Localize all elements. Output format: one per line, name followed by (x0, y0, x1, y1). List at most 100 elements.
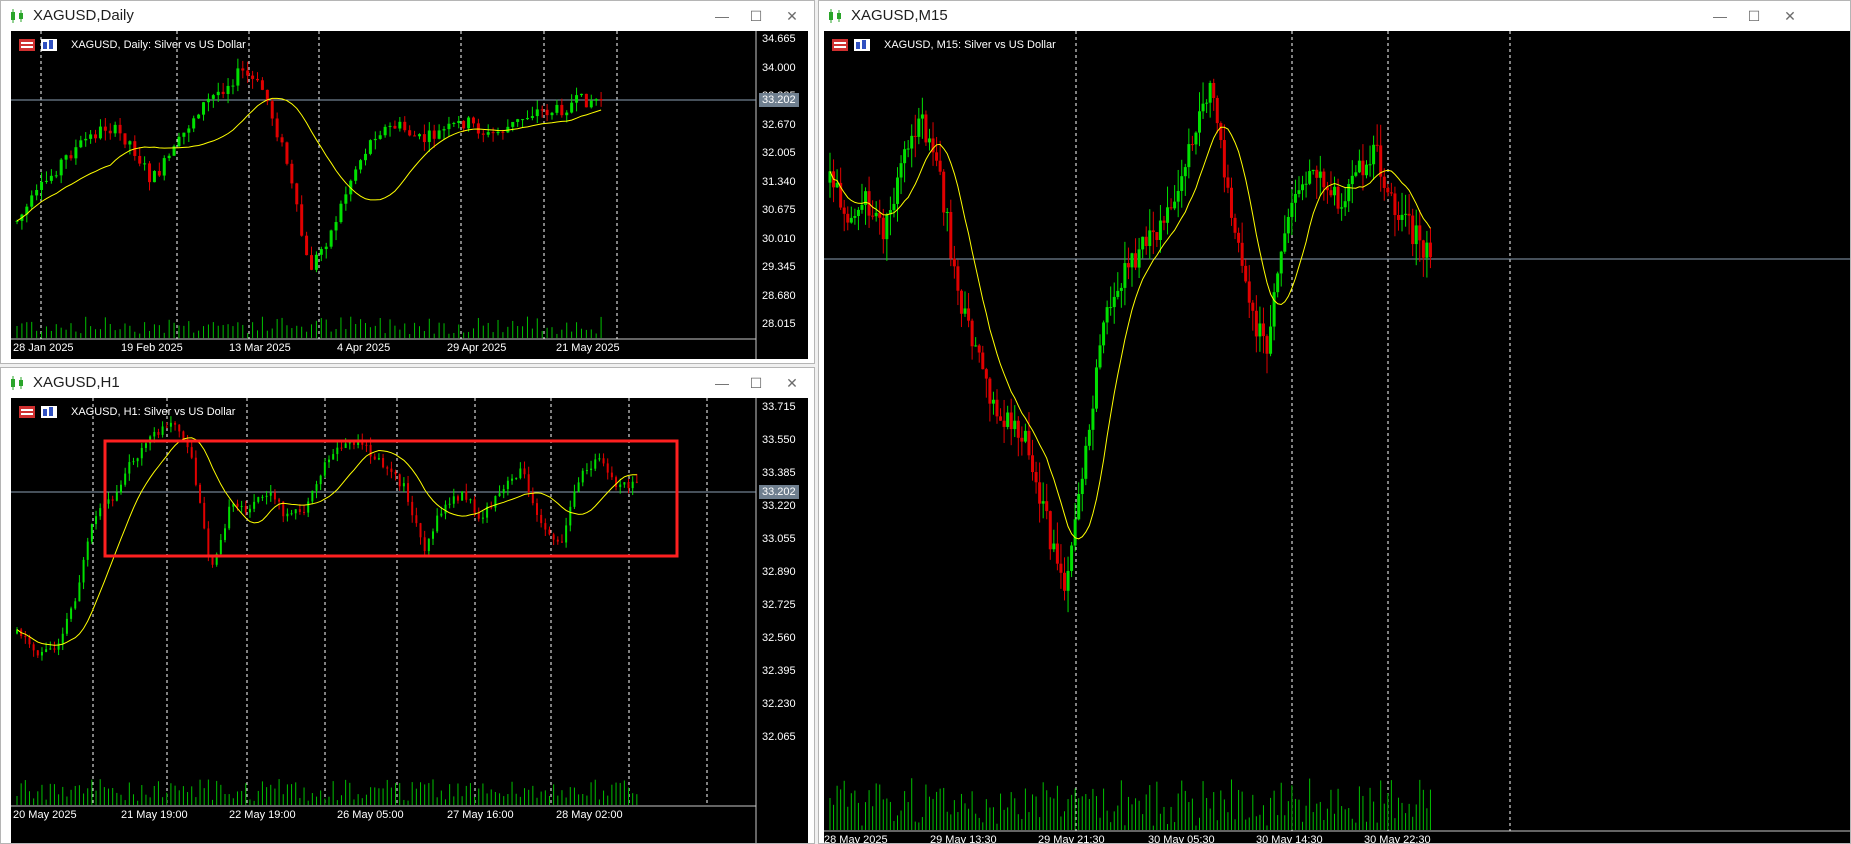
minimize-button[interactable]: — (711, 6, 733, 26)
candle-body (995, 399, 999, 417)
candle-body (1304, 183, 1308, 185)
h1-chart-window[interactable]: XAGUSD,H1 — ☐ ✕ XAGUSD, H1: Silver vs US… (0, 367, 815, 844)
candle-body (310, 255, 313, 270)
candle-body (148, 163, 152, 183)
candle-body (519, 468, 522, 479)
candle-body (1045, 501, 1049, 512)
candle-body (260, 80, 264, 90)
candle-body (35, 189, 39, 196)
h1-titlebar[interactable]: XAGUSD,H1 — ☐ ✕ (1, 368, 814, 398)
candle-body (152, 170, 156, 183)
candle-body (481, 517, 484, 519)
candle-body (442, 129, 446, 131)
candle-body (216, 91, 220, 96)
candle-body (344, 194, 348, 204)
m15-titlebar[interactable]: XAGUSD,M15 — ☐ ✕ (819, 1, 1850, 31)
candle-body (1386, 187, 1390, 193)
time-tick-label: 29 Apr 2025 (447, 342, 507, 354)
candle-body (251, 75, 255, 79)
candle-body (402, 483, 405, 487)
symbol-label: XAGUSD, H1: Silver vs US Dollar (71, 406, 236, 418)
candle-body (560, 104, 564, 116)
candle-body (290, 513, 293, 515)
candle-body (853, 216, 857, 218)
candle-body (86, 541, 89, 560)
candle-body (236, 68, 240, 86)
m15-chart-window[interactable]: XAGUSD,M15 — ☐ ✕ XAGUSD, M15: Silver vs … (818, 0, 1851, 844)
m15-price-chart[interactable]: XAGUSD, M15: Silver vs US Dollar 28 May 2… (824, 31, 1850, 844)
price-tick-label: 34.665 (762, 33, 796, 45)
candle-body (1350, 175, 1354, 185)
candle-body (138, 155, 142, 164)
candle-body (1055, 543, 1059, 564)
maximize-button[interactable]: ☐ (745, 6, 767, 26)
candle-body (959, 290, 963, 314)
candle-body (471, 117, 475, 124)
candle-body (967, 308, 971, 321)
candle-body (1041, 501, 1045, 504)
minimize-button[interactable]: — (711, 373, 733, 393)
candle-body (199, 484, 202, 503)
candle-body (132, 461, 135, 463)
candle-body (977, 345, 981, 353)
minimize-button[interactable]: — (1709, 6, 1731, 26)
daily-chart-window[interactable]: XAGUSD,Daily — ☐ ✕ XAGUSD, Daily: Silver… (0, 0, 815, 364)
candle-body (1283, 233, 1287, 252)
close-button[interactable]: ✕ (781, 373, 803, 393)
maximize-button[interactable]: ☐ (745, 373, 767, 393)
candle-body (1038, 482, 1042, 504)
daily-price-chart[interactable]: XAGUSD, Daily: Silver vs US Dollar 34.665… (11, 31, 808, 359)
candle-body (1183, 167, 1187, 177)
candle-body (1109, 307, 1113, 309)
time-tick-label: 27 May 16:00 (447, 809, 514, 821)
maximize-button[interactable]: ☐ (1743, 6, 1765, 26)
candle-body (197, 114, 201, 119)
close-button[interactable]: ✕ (1779, 6, 1801, 26)
candle-body (144, 443, 147, 448)
candle-body (248, 508, 251, 513)
candle-body (1180, 176, 1184, 191)
candle-body (403, 121, 407, 131)
candle-body (1205, 102, 1209, 104)
time-tick-label: 22 May 19:00 (229, 809, 296, 821)
candle-body (324, 246, 328, 250)
candle-body (432, 531, 434, 539)
candle-body (1276, 273, 1280, 293)
candle-body (1308, 171, 1312, 184)
candle-body (305, 235, 309, 256)
candle-body (369, 444, 372, 457)
price-tick-label: 34.000 (762, 61, 796, 74)
candle-body (1372, 144, 1376, 165)
candle-body (140, 447, 143, 459)
candle-body (1421, 240, 1425, 258)
price-tick-label: 32.670 (762, 118, 796, 131)
candle-body (525, 117, 529, 120)
daily-titlebar[interactable]: XAGUSD,Daily — ☐ ✕ (1, 1, 814, 31)
candle-body (481, 133, 485, 135)
candle-body (84, 138, 88, 141)
current-price-tag: 33.202 (759, 485, 799, 499)
close-button[interactable]: ✕ (781, 6, 803, 26)
candle-body (627, 482, 630, 489)
candle-body (511, 478, 514, 481)
candle-body (963, 308, 967, 314)
candle-body (1027, 430, 1031, 456)
candle-body (440, 513, 443, 516)
time-tick-label: 29 May 13:30 (930, 834, 997, 844)
candle-body (631, 481, 634, 489)
candle-body (577, 482, 580, 492)
chart-canvas (11, 31, 757, 359)
candle-body (61, 633, 64, 644)
candle-body (244, 505, 247, 513)
price-tick-label: 28.680 (762, 289, 796, 302)
time-tick-label: 21 May 19:00 (121, 809, 188, 821)
candle-body (1087, 429, 1091, 446)
candle-body (177, 136, 181, 147)
candle-body (535, 109, 539, 117)
candle-body (202, 102, 206, 115)
candle-body (398, 474, 401, 487)
candle-body (874, 212, 878, 217)
candle-body (594, 459, 597, 469)
candle-body (1400, 214, 1404, 220)
h1-price-chart[interactable]: XAGUSD, H1: Silver vs US Dollar 33.715 33.… (11, 398, 808, 843)
